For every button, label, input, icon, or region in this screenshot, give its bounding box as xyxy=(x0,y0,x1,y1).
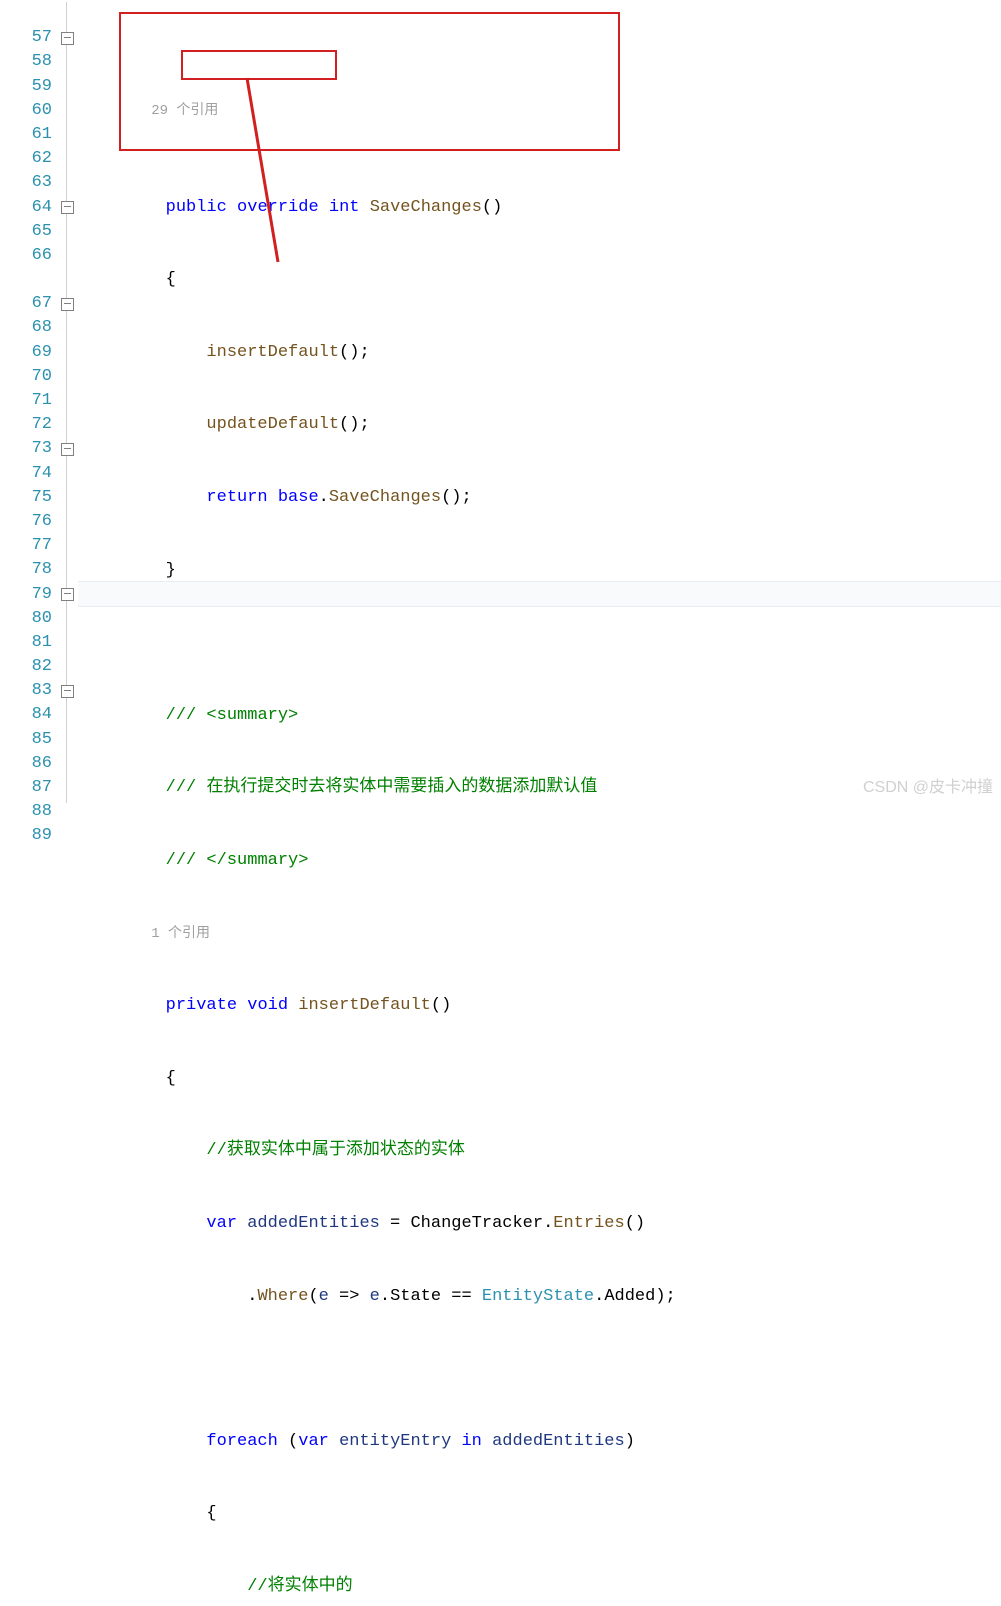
line-number: 88 xyxy=(0,800,52,824)
code-line[interactable]: insertDefault(); xyxy=(84,341,1001,365)
line-number: 69 xyxy=(0,341,52,365)
line-number: 75 xyxy=(0,486,52,510)
line-number: 65 xyxy=(0,220,52,244)
fold-toggle-icon[interactable] xyxy=(61,298,74,311)
codelens-references[interactable]: 1 个引用 xyxy=(84,922,1001,946)
line-number: 59 xyxy=(0,75,52,99)
line-number: 58 xyxy=(0,50,52,74)
line-number: 85 xyxy=(0,728,52,752)
code-line[interactable]: /// </summary> xyxy=(84,849,1001,873)
line-number: 87 xyxy=(0,776,52,800)
line-number: 79 xyxy=(0,583,52,607)
code-line[interactable]: } xyxy=(84,559,1001,583)
line-number: 78 xyxy=(0,558,52,582)
code-line[interactable]: { xyxy=(84,268,1001,292)
line-number: 80 xyxy=(0,607,52,631)
code-area[interactable]: 29 个引用 public override int SaveChanges()… xyxy=(78,0,1001,803)
line-number: 74 xyxy=(0,462,52,486)
line-number: 76 xyxy=(0,510,52,534)
code-line[interactable]: { xyxy=(84,1067,1001,1091)
line-number: 61 xyxy=(0,123,52,147)
line-number: 70 xyxy=(0,365,52,389)
code-editor[interactable]: 57 58 59 60 61 62 63 64 65 66 67 68 69 7… xyxy=(0,0,1001,803)
code-line[interactable]: .Where(e => e.State == EntityState.Added… xyxy=(84,1285,1001,1309)
code-line[interactable]: foreach (var entityEntry in addedEntitie… xyxy=(84,1430,1001,1454)
current-line-highlight xyxy=(78,581,1001,607)
line-number: 67 xyxy=(0,292,52,316)
line-number: 72 xyxy=(0,413,52,437)
line-number-gutter: 57 58 59 60 61 62 63 64 65 66 67 68 69 7… xyxy=(0,0,56,803)
codelens-spacer xyxy=(0,268,52,292)
code-line[interactable] xyxy=(84,1357,1001,1381)
code-line[interactable]: //将实体中的 xyxy=(84,1575,1001,1599)
line-number: 62 xyxy=(0,147,52,171)
line-number: 84 xyxy=(0,703,52,727)
codelens-spacer xyxy=(0,2,52,26)
code-line[interactable]: /// 在执行提交时去将实体中需要插入的数据添加默认值 xyxy=(84,776,1001,800)
line-number: 71 xyxy=(0,389,52,413)
fold-gutter xyxy=(56,0,78,803)
code-line[interactable]: //获取实体中属于添加状态的实体 xyxy=(84,1139,1001,1163)
line-number: 66 xyxy=(0,244,52,268)
codelens-references[interactable]: 29 个引用 xyxy=(84,99,1001,123)
line-number: 63 xyxy=(0,171,52,195)
code-line[interactable]: updateDefault(); xyxy=(84,413,1001,437)
line-number: 57 xyxy=(0,26,52,50)
line-number: 77 xyxy=(0,534,52,558)
code-line[interactable]: { xyxy=(84,1502,1001,1526)
code-line[interactable]: return base.SaveChanges(); xyxy=(84,486,1001,510)
code-line[interactable]: /// <summary> xyxy=(84,704,1001,728)
fold-toggle-icon[interactable] xyxy=(61,32,74,45)
line-number: 64 xyxy=(0,196,52,220)
line-number: 81 xyxy=(0,631,52,655)
code-line[interactable]: var addedEntities = ChangeTracker.Entrie… xyxy=(84,1212,1001,1236)
fold-toggle-icon[interactable] xyxy=(61,443,74,456)
line-number: 73 xyxy=(0,437,52,461)
line-number: 82 xyxy=(0,655,52,679)
line-number: 86 xyxy=(0,752,52,776)
line-number: 60 xyxy=(0,99,52,123)
line-number: 89 xyxy=(0,824,52,848)
fold-toggle-icon[interactable] xyxy=(61,685,74,698)
fold-toggle-icon[interactable] xyxy=(61,201,74,214)
code-line[interactable]: private void insertDefault() xyxy=(84,994,1001,1018)
fold-toggle-icon[interactable] xyxy=(61,588,74,601)
line-number: 68 xyxy=(0,316,52,340)
code-line[interactable]: public override int SaveChanges() xyxy=(84,196,1001,220)
code-line[interactable] xyxy=(84,631,1001,655)
line-number: 83 xyxy=(0,679,52,703)
